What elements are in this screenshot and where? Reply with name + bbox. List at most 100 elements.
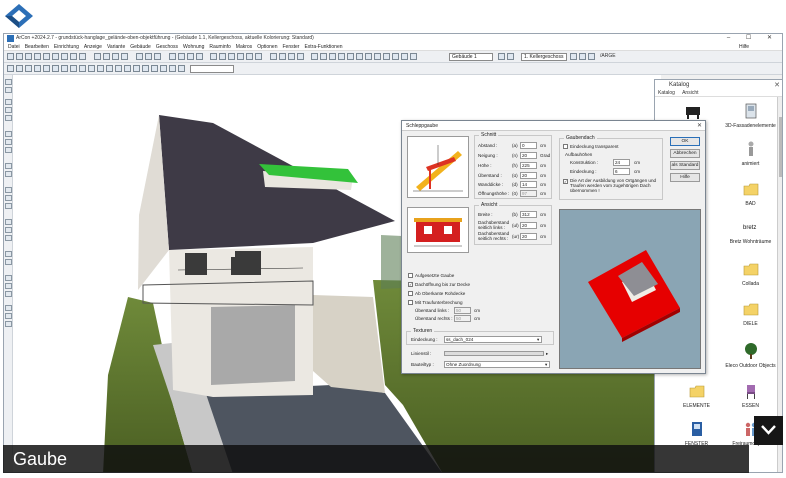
- menu-datei[interactable]: Datei: [8, 43, 20, 50]
- new-icon[interactable]: [7, 53, 14, 60]
- neigung-input[interactable]: 20: [520, 152, 537, 159]
- menu-extra-funktionen[interactable]: Extra-Funktionen: [304, 43, 342, 50]
- hilfe-button[interactable]: Hilfe: [670, 173, 700, 182]
- tool-export-icon[interactable]: [5, 283, 12, 289]
- mirror-icon[interactable]: [34, 65, 41, 72]
- bauteiltyp-select[interactable]: Ohne Zuordnung: [444, 361, 550, 368]
- tool-dimension-icon[interactable]: [5, 195, 12, 201]
- tool-wall-icon[interactable]: [5, 79, 12, 85]
- door-icon[interactable]: [219, 53, 226, 60]
- wizard-icon[interactable]: [401, 53, 408, 60]
- catalog-item[interactable]: ESSEN: [723, 382, 778, 412]
- tool-column-icon[interactable]: [5, 163, 12, 169]
- catalog-item[interactable]: animiert: [723, 140, 778, 170]
- bill-icon[interactable]: [329, 53, 336, 60]
- undo-icon[interactable]: [43, 53, 50, 60]
- ungroup-icon[interactable]: [61, 65, 68, 72]
- tool-light-icon[interactable]: [5, 235, 12, 241]
- aufgesetzte-gaube-checkbox[interactable]: [408, 273, 413, 278]
- text-icon[interactable]: [288, 53, 295, 60]
- tool-section-icon[interactable]: [5, 275, 12, 281]
- dachueberstand-links-input[interactable]: 20: [520, 222, 537, 229]
- stairs-icon[interactable]: [237, 53, 244, 60]
- menu-rauminfo[interactable]: Rauminfo: [209, 43, 230, 50]
- oeffnungshoehe-input[interactable]: 97: [520, 190, 537, 197]
- tool-object-icon[interactable]: [5, 321, 12, 327]
- snap-icon[interactable]: [374, 53, 381, 60]
- catalog-menu-katalog[interactable]: Katalog: [658, 90, 675, 96]
- menu-hilfe[interactable]: Hilfe: [739, 43, 749, 51]
- tool-stairs-icon[interactable]: [5, 131, 12, 137]
- hoehe-input[interactable]: 225: [520, 162, 537, 169]
- oberkante-rohdecke-checkbox[interactable]: [408, 291, 413, 296]
- dimension-icon[interactable]: [297, 53, 304, 60]
- traufunterbrechung-checkbox[interactable]: [408, 300, 413, 305]
- tool-beam-icon[interactable]: [5, 171, 12, 177]
- floor-up-icon[interactable]: [498, 53, 505, 60]
- catalog-item[interactable]: Collada: [723, 260, 778, 290]
- hatch-icon[interactable]: [178, 65, 185, 72]
- menu-einrichtung[interactable]: Einrichtung: [54, 43, 79, 50]
- section-icon[interactable]: [311, 53, 318, 60]
- settings-icon[interactable]: [196, 53, 203, 60]
- tool-terrain-icon[interactable]: [5, 219, 12, 225]
- tool-roof-icon[interactable]: [5, 139, 12, 145]
- zoom-out-icon[interactable]: [103, 53, 110, 60]
- close-icon[interactable]: ✕: [774, 81, 780, 89]
- object-icon[interactable]: [279, 53, 286, 60]
- catalog-item[interactable]: Eleco Outdoor Objects: [723, 342, 778, 372]
- ueberstand-rechts-input[interactable]: 50: [454, 315, 471, 322]
- ueberstand-links-input[interactable]: 50: [454, 307, 471, 314]
- paste-icon[interactable]: [79, 53, 86, 60]
- 3d-icon[interactable]: [320, 53, 327, 60]
- hide-icon[interactable]: [97, 65, 104, 72]
- dormer-icon[interactable]: [255, 53, 262, 60]
- menu-geschoss[interactable]: Geschoss: [156, 43, 178, 50]
- scrollbar-thumb[interactable]: [779, 117, 782, 177]
- distribute-icon[interactable]: [79, 65, 86, 72]
- catalog-item[interactable]: DIELE: [723, 300, 778, 330]
- ortgang-checkbox[interactable]: ✓: [563, 179, 568, 184]
- floor-settings-icon[interactable]: [570, 53, 577, 60]
- menu-optionen[interactable]: Optionen: [257, 43, 277, 50]
- tool-measure-icon[interactable]: [5, 259, 12, 265]
- arge-icon[interactable]: [588, 53, 595, 60]
- menu-bearbeiten[interactable]: Bearbeiten: [25, 43, 49, 50]
- circle-icon[interactable]: [160, 65, 167, 72]
- konstruktion-input[interactable]: 24: [613, 159, 630, 166]
- copy-object-icon[interactable]: [25, 65, 32, 72]
- building-select[interactable]: Gebäude 1: [449, 53, 493, 61]
- close-icon[interactable]: ✕: [697, 121, 702, 131]
- move-icon[interactable]: [16, 65, 23, 72]
- tool-camera-icon[interactable]: [5, 251, 12, 257]
- chevron-down-icon[interactable]: ▾: [545, 361, 547, 368]
- catalog-item[interactable]: 3D-Fassadenelemente: [723, 102, 778, 132]
- gaube-eindeckung-input[interactable]: 6: [613, 168, 630, 175]
- tool-paint-icon[interactable]: [5, 305, 12, 311]
- measure-icon[interactable]: [169, 53, 176, 60]
- wall-settings-icon[interactable]: [579, 53, 586, 60]
- texture-icon[interactable]: [356, 53, 363, 60]
- line-icon[interactable]: [142, 65, 149, 72]
- export-icon[interactable]: [338, 53, 345, 60]
- pick-icon[interactable]: [124, 65, 131, 72]
- dachueberstand-rechts-input[interactable]: 20: [520, 233, 537, 240]
- abbrechen-button[interactable]: Abbrechen: [670, 149, 700, 158]
- copy-icon[interactable]: [70, 53, 77, 60]
- menu-makros[interactable]: Makros: [236, 43, 252, 50]
- tool-texture-icon[interactable]: [5, 313, 12, 319]
- catalog-menu-ansicht[interactable]: Ansicht: [682, 90, 698, 96]
- menu-gebaeude[interactable]: Gebäude: [130, 43, 151, 50]
- grid-icon[interactable]: [178, 53, 185, 60]
- help-icon[interactable]: [392, 53, 399, 60]
- group-icon[interactable]: [52, 65, 59, 72]
- lock-icon[interactable]: [88, 65, 95, 72]
- select-icon[interactable]: [7, 65, 14, 72]
- menu-fenster[interactable]: Fenster: [282, 43, 299, 50]
- properties-icon[interactable]: [115, 65, 122, 72]
- zoom-in-icon[interactable]: [94, 53, 101, 60]
- menu-wohnung[interactable]: Wohnung: [183, 43, 204, 50]
- info-icon[interactable]: [383, 53, 390, 60]
- layer-icon[interactable]: [187, 53, 194, 60]
- color-icon[interactable]: [347, 53, 354, 60]
